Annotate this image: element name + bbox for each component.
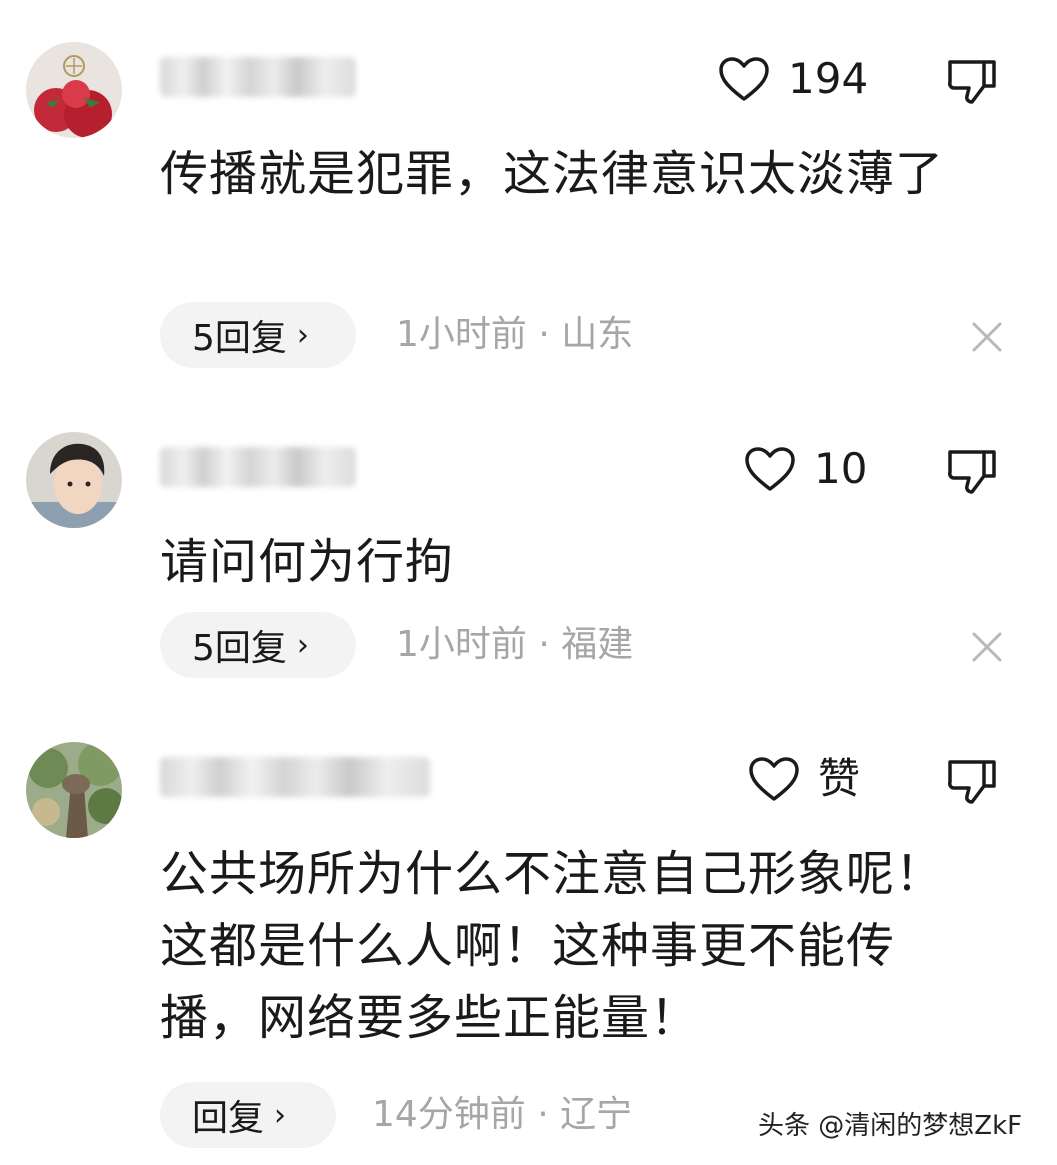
user-avatar[interactable] xyxy=(26,42,122,138)
heart-outline-icon xyxy=(718,56,770,102)
dislike-button[interactable] xyxy=(944,56,1000,110)
like-count: 10 xyxy=(814,444,868,493)
thumbs-down-icon xyxy=(944,760,1000,810)
thumbs-down-icon xyxy=(944,450,1000,500)
user-avatar[interactable] xyxy=(26,742,122,838)
like-button[interactable]: 10 xyxy=(744,446,867,492)
chevron-right-icon: › xyxy=(296,317,309,353)
heart-outline-icon xyxy=(744,446,796,492)
comment-text: 公共场所为什么不注意自己形象呢！这都是什么人啊！这种事更不能传播，网络要多些正能… xyxy=(160,846,945,1046)
comment-text: 请问何为行拘 xyxy=(160,534,455,590)
reply-label: 5回复 xyxy=(192,628,287,669)
heart-outline-icon xyxy=(748,756,800,802)
username-blurred[interactable] xyxy=(160,56,356,98)
thumbs-down-icon xyxy=(944,60,1000,110)
like-button[interactable]: 194 xyxy=(718,56,868,102)
reply-button[interactable]: 5回复 › xyxy=(160,612,356,678)
chevron-right-icon: › xyxy=(296,627,309,663)
comment-meta: 1小时前 · 山东 xyxy=(396,314,634,355)
watermark: 头条 @清闲的梦想ZkF xyxy=(758,1111,1023,1141)
user-avatar[interactable] xyxy=(26,432,122,528)
reply-button[interactable]: 回复 › xyxy=(160,1082,336,1148)
like-label: 赞 xyxy=(818,754,861,803)
like-button[interactable]: 赞 xyxy=(748,756,860,802)
dislike-button[interactable] xyxy=(944,446,1000,500)
like-count: 194 xyxy=(788,54,869,103)
reply-label: 回复 xyxy=(192,1098,265,1139)
username-blurred[interactable] xyxy=(160,756,430,798)
comment-meta: 1小时前 · 福建 xyxy=(396,624,634,665)
comment-meta: 14分钟前 · 辽宁 xyxy=(372,1094,633,1135)
reply-button[interactable]: 5回复 › xyxy=(160,302,356,368)
reply-label: 5回复 xyxy=(192,318,287,359)
close-icon[interactable] xyxy=(968,628,1006,666)
dislike-button[interactable] xyxy=(944,756,1000,810)
username-blurred[interactable] xyxy=(160,446,356,488)
comment-text: 传播就是犯罪，这法律意识太淡薄了 xyxy=(160,146,945,202)
chevron-right-icon: › xyxy=(274,1097,287,1133)
close-icon[interactable] xyxy=(968,318,1006,356)
